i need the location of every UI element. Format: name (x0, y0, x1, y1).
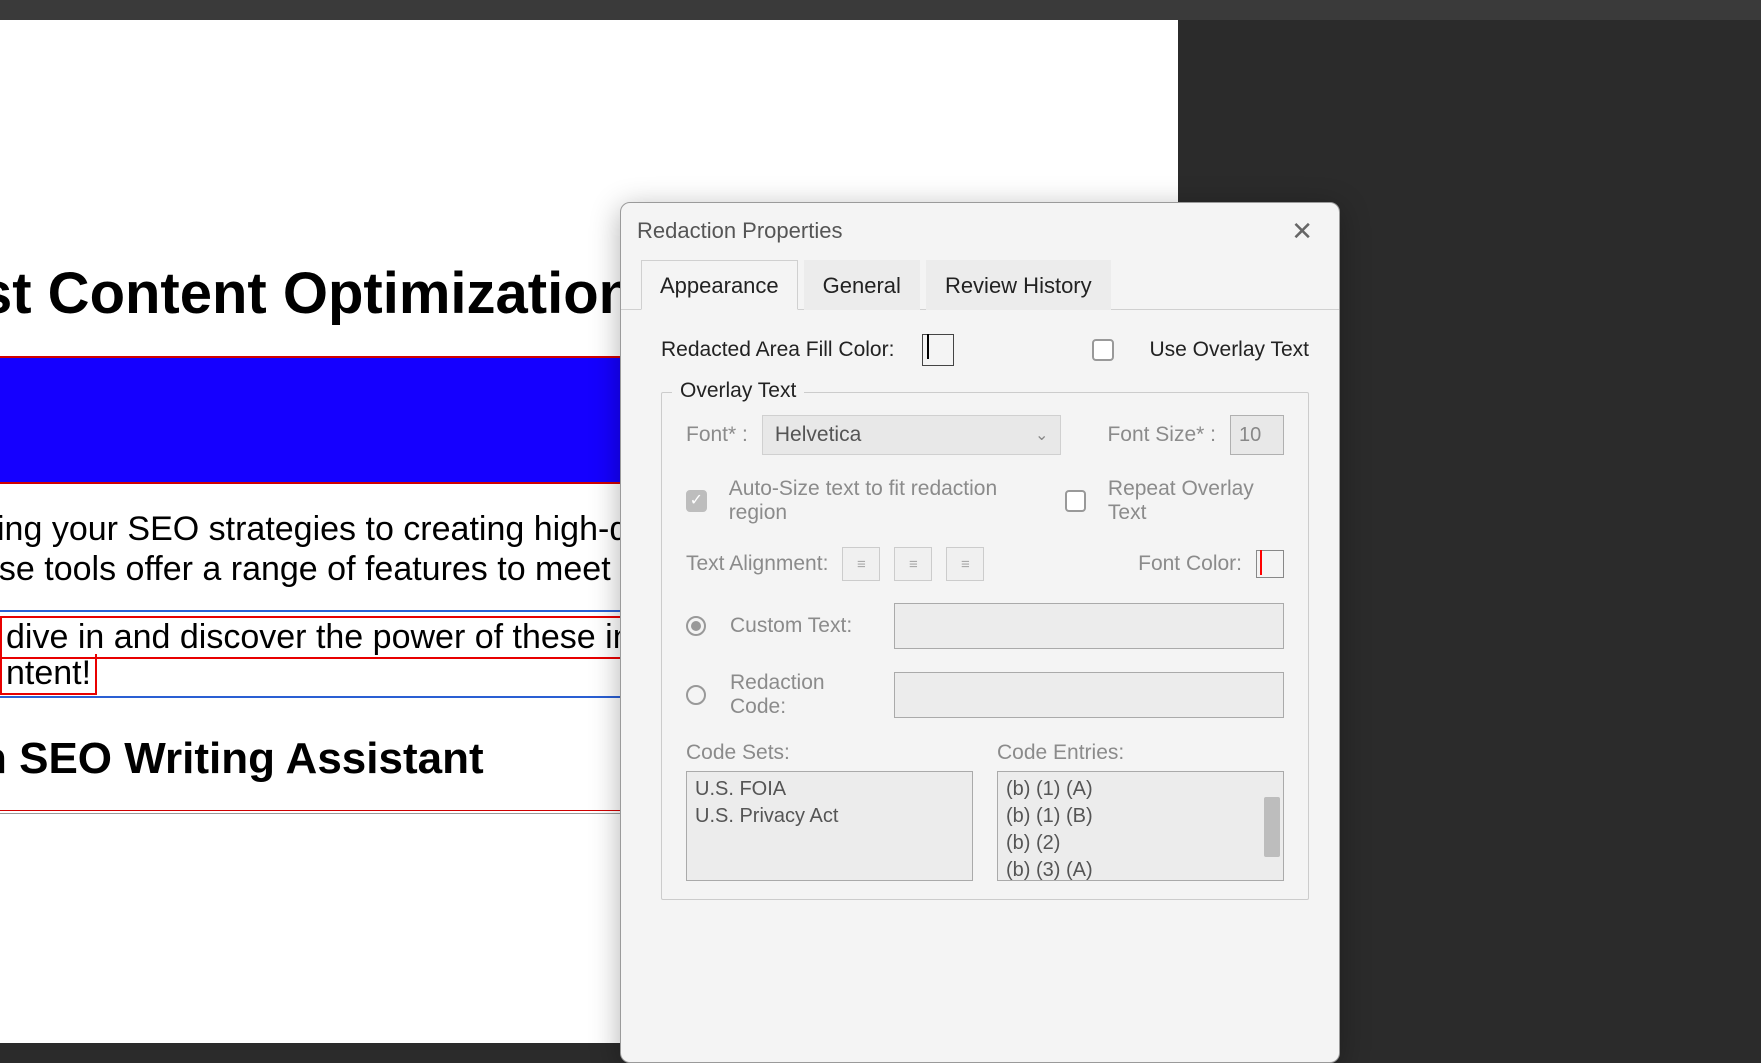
appearance-panel: Redacted Area Fill Color: Use Overlay Te… (621, 310, 1339, 900)
autosize-label: Auto-Size text to fit redaction region (729, 477, 1038, 525)
font-combo-value: Helvetica (775, 423, 861, 447)
alignment-button-group: ≡ ≡ ≡ (842, 547, 984, 581)
redaction-mark-text[interactable]: ntent! (0, 654, 97, 695)
tab-review-history[interactable]: Review History (926, 260, 1111, 310)
fill-color-label: Redacted Area Fill Color: (661, 338, 894, 362)
redaction-code-radio[interactable] (686, 685, 706, 705)
scrollbar-thumb[interactable] (1264, 797, 1280, 857)
list-item[interactable]: (b) (3) (A) (1006, 857, 1275, 881)
repeat-overlay-checkbox[interactable] (1065, 490, 1086, 512)
font-color-swatch[interactable] (1256, 550, 1284, 578)
align-right-button[interactable]: ≡ (946, 547, 984, 581)
dialog-title: Redaction Properties (637, 218, 1281, 244)
page-heading: st Content Optimization (0, 260, 634, 327)
redaction-code-display (894, 672, 1284, 718)
custom-text-radio[interactable] (686, 616, 706, 636)
autosize-checkbox[interactable] (686, 490, 707, 512)
font-color-label: Font Color: (1138, 552, 1242, 576)
redaction-code-label: Redaction Code: (730, 671, 880, 719)
overlay-text-legend: Overlay Text (672, 379, 804, 403)
use-overlay-checkbox[interactable] (1092, 339, 1114, 361)
font-size-label: Font Size* : (1107, 423, 1216, 447)
custom-text-label: Custom Text: (730, 614, 880, 638)
chevron-down-icon: ⌄ (1035, 425, 1048, 445)
code-sets-label: Code Sets: (686, 741, 973, 765)
align-center-button[interactable]: ≡ (894, 547, 932, 581)
code-sets-listbox[interactable]: U.S. FOIA U.S. Privacy Act (686, 771, 973, 881)
custom-text-input[interactable] (894, 603, 1284, 649)
font-combo[interactable]: Helvetica ⌄ (762, 415, 1062, 455)
code-entries-label: Code Entries: (997, 741, 1284, 765)
font-label: Font* : (686, 423, 748, 447)
align-left-button[interactable]: ≡ (842, 547, 880, 581)
align-center-icon: ≡ (909, 556, 918, 573)
list-item[interactable]: U.S. FOIA (695, 776, 964, 803)
dialog-titlebar[interactable]: Redaction Properties ✕ (621, 203, 1339, 259)
list-item[interactable]: (b) (1) (B) (1006, 803, 1275, 830)
document-viewport: st Content Optimization cing your SEO st… (0, 20, 1761, 1043)
list-item[interactable]: U.S. Privacy Act (695, 803, 964, 830)
dialog-tabstrip: Appearance General Review History (621, 259, 1339, 310)
repeat-overlay-label: Repeat Overlay Text (1108, 477, 1284, 525)
text-alignment-label: Text Alignment: (686, 552, 828, 576)
code-entries-listbox[interactable]: (b) (1) (A) (b) (1) (B) (b) (2) (b) (3) … (997, 771, 1284, 881)
align-left-icon: ≡ (857, 556, 866, 573)
use-overlay-label: Use Overlay Text (1150, 338, 1310, 362)
redaction-properties-dialog: Redaction Properties ✕ Appearance Genera… (620, 202, 1340, 1063)
tab-general[interactable]: General (804, 260, 920, 310)
list-item[interactable]: (b) (2) (1006, 830, 1275, 857)
list-item[interactable]: (b) (1) (A) (1006, 776, 1275, 803)
font-size-input[interactable] (1230, 415, 1284, 455)
align-right-icon: ≡ (961, 556, 970, 573)
overlay-text-group: Overlay Text Font* : Helvetica ⌄ Font Si… (661, 392, 1309, 900)
tab-appearance[interactable]: Appearance (641, 260, 798, 310)
close-icon[interactable]: ✕ (1281, 212, 1323, 251)
page-subheading: h SEO Writing Assistant (0, 734, 484, 784)
app-toolbar-strip (0, 0, 1761, 20)
fill-color-swatch[interactable] (922, 334, 954, 366)
